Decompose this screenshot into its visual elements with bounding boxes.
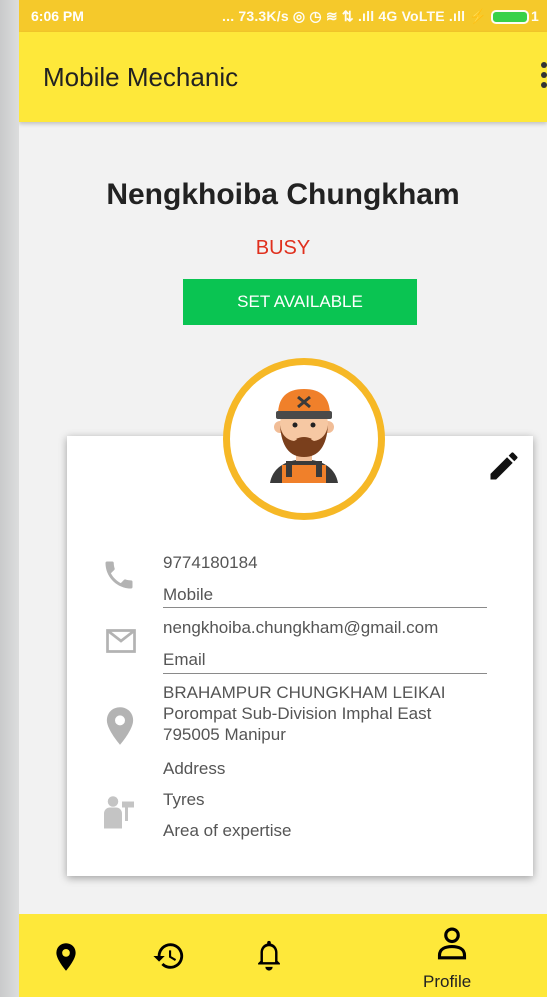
network-status: ... 73.3K/s ◎ ◷ ≋ ⇅ .ıll 4G VoLTE .ıll ⚡	[222, 8, 487, 24]
location-pin-icon	[106, 707, 134, 745]
phone-icon	[105, 561, 133, 589]
address-line-2: Porompat Sub-Division Imphal East	[163, 704, 432, 723]
nav-profile-label[interactable]: Profile	[423, 972, 471, 992]
availability-status: BUSY	[255, 237, 311, 259]
status-indicators: ... 73.3K/s ◎ ◷ ≋ ⇅ .ıll 4G VoLTE .ıll ⚡…	[222, 8, 539, 25]
more-vert-icon[interactable]	[537, 62, 547, 90]
expertise-label: Area of expertise	[163, 821, 292, 840]
nav-history-icon[interactable]	[152, 939, 186, 973]
nav-person-icon[interactable]	[437, 924, 467, 964]
nav-bell-icon[interactable]	[254, 939, 284, 973]
app-bar: Mobile Mechanic	[19, 32, 547, 122]
email-label: Email	[163, 650, 206, 669]
pencil-icon[interactable]	[486, 448, 522, 484]
phone-divider	[163, 607, 487, 608]
phone-value: 9774180184	[163, 553, 258, 572]
bottom-navigation: Profile	[19, 914, 547, 997]
battery-icon	[491, 10, 529, 25]
mechanic-name: Nengkhoiba Chungkham	[106, 178, 460, 211]
status-time: 6:06 PM	[31, 8, 84, 24]
screen-edge	[0, 0, 19, 997]
app-title: Mobile Mechanic	[43, 62, 239, 92]
address-label: Address	[163, 759, 226, 778]
mail-icon	[106, 629, 136, 653]
mechanic-tool-icon	[104, 796, 134, 829]
nav-location-pin-icon[interactable]	[55, 941, 77, 973]
phone-label: Mobile	[163, 585, 214, 604]
email-divider	[163, 673, 487, 674]
set-available-button[interactable]: SET AVAILABLE	[183, 279, 417, 325]
address-line-3: 795005 Manipur	[163, 725, 286, 744]
address-line-1: BRAHAMPUR CHUNGKHAM LEIKAI	[163, 683, 446, 702]
email-value: nengkhoiba.chungkham@gmail.com	[163, 618, 439, 637]
battery-level: 1	[531, 8, 539, 24]
mechanic-avatar-icon	[270, 389, 338, 483]
expertise-value: Tyres	[163, 790, 205, 809]
status-bar: 6:06 PM ... 73.3K/s ◎ ◷ ≋ ⇅ .ıll 4G VoLT…	[19, 0, 547, 32]
mechanic-avatar	[223, 358, 385, 520]
app-screen: 6:06 PM ... 73.3K/s ◎ ◷ ≋ ⇅ .ıll 4G VoLT…	[19, 0, 547, 997]
